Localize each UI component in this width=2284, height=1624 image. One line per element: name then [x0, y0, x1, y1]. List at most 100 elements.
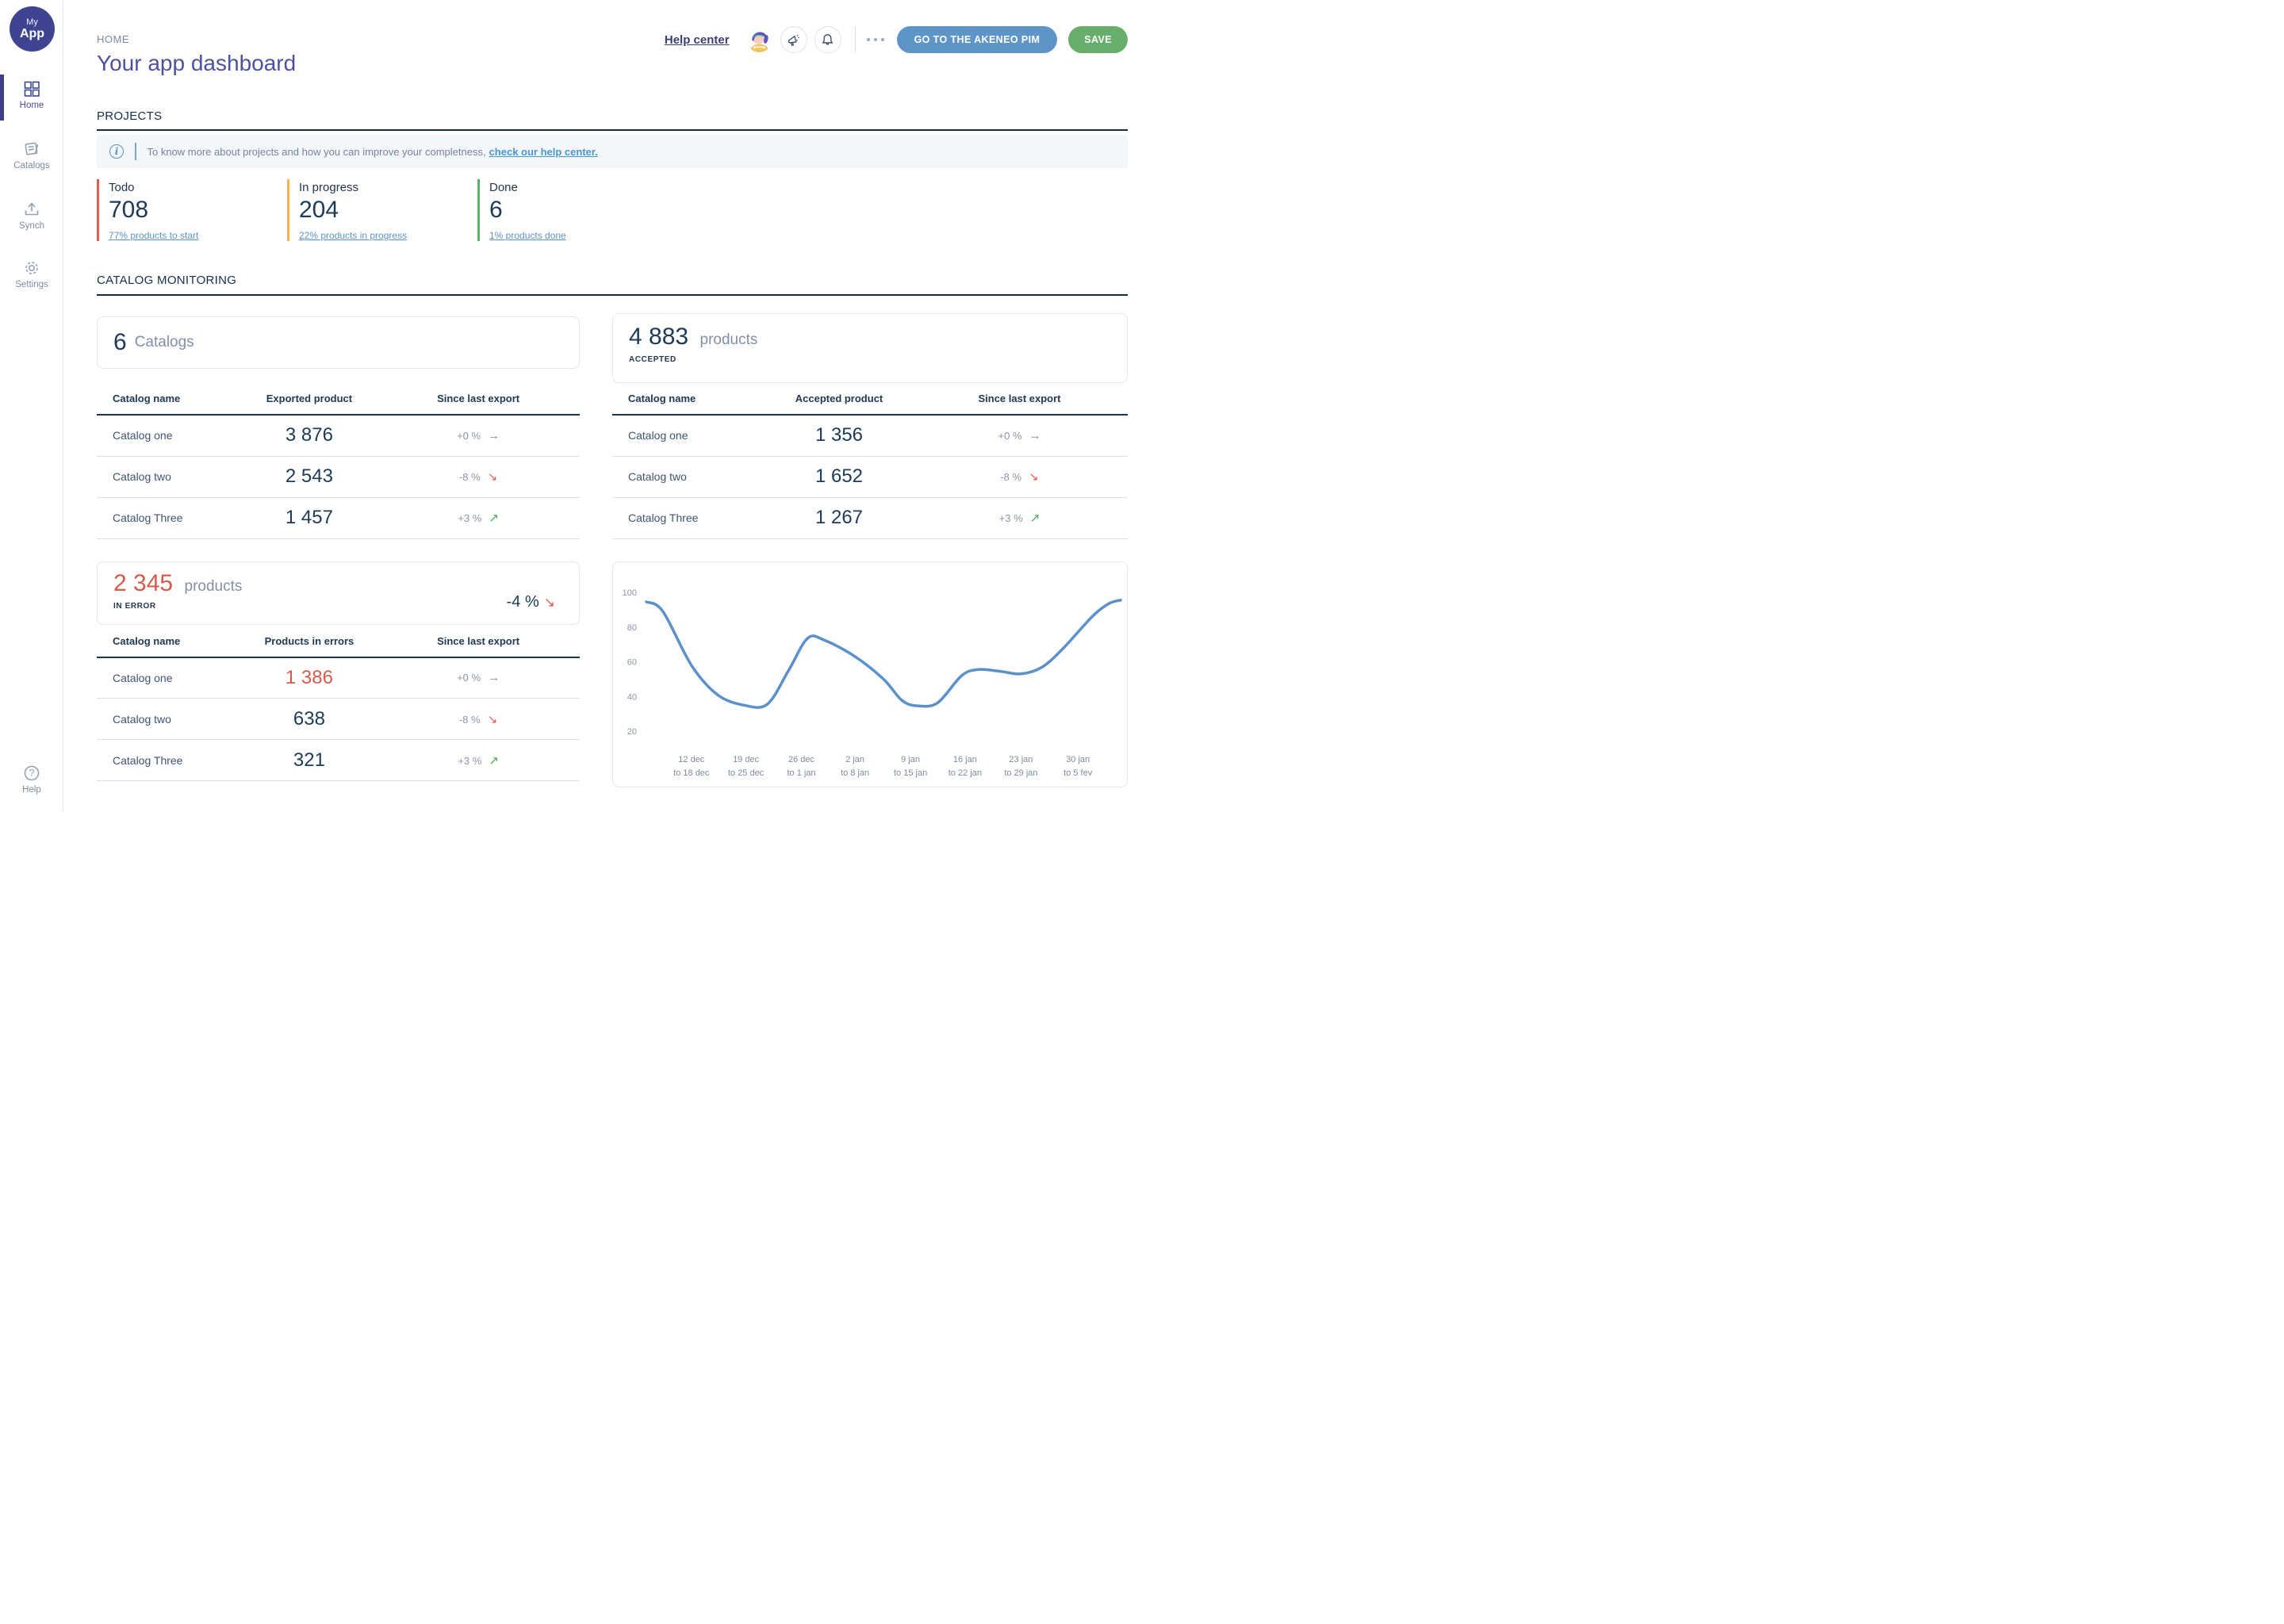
accepted-column: 4 883 products ACCEPTED Catalog nameAcce…	[612, 313, 1128, 787]
x-axis-tick: 30 jan	[1066, 755, 1090, 764]
info-banner: i To know more about projects and how yo…	[97, 135, 1128, 168]
since-last-export-delta: +0 %→	[911, 415, 1128, 456]
stat-link[interactable]: 1% products done	[489, 230, 566, 241]
product-count: 1 267	[767, 497, 911, 538]
sidebar-item-help[interactable]: ? Help	[0, 764, 63, 795]
x-axis-tick: 2 jan	[845, 755, 864, 764]
sidebar-item-synch[interactable]: Synch	[0, 200, 63, 231]
catalog-name: Catalog two	[612, 456, 767, 497]
trend-flat-icon: →	[1029, 429, 1041, 442]
sidebar-item-home[interactable]: Home	[0, 79, 63, 110]
line-chart-svg: 100 80 60 40 20 12 dec to 18 dec 19 dec to 25 de…	[613, 562, 1127, 787]
banner-divider	[135, 143, 136, 160]
section-divider	[97, 129, 1128, 131]
trend-line	[646, 599, 1121, 707]
x-axis-tick: to 22 jan	[948, 768, 982, 778]
export-trend-chart: 100 80 60 40 20 12 dec to 18 dec 19 dec to 25 de…	[612, 561, 1128, 787]
svg-text:?: ?	[29, 767, 34, 779]
sidebar: My App Home	[0, 0, 63, 812]
catalog-name: Catalog one	[97, 415, 242, 456]
x-axis-tick: to 5 fev	[1063, 768, 1093, 778]
logo-text-bottom: App	[20, 27, 44, 40]
stat-label: Todo	[109, 181, 287, 194]
avatar[interactable]	[747, 28, 772, 52]
sidebar-item-label: Settings	[15, 280, 48, 289]
y-axis-tick: 20	[627, 727, 637, 737]
stat-link[interactable]: 77% products to start	[109, 230, 198, 241]
stat-label: In progress	[299, 181, 477, 194]
product-count: 638	[242, 699, 377, 740]
catalog-monitoring-section-title: CATALOG MONITORING	[97, 274, 236, 287]
since-last-export-delta: -8 %↘	[377, 699, 580, 740]
save-button[interactable]: SAVE	[1068, 26, 1128, 53]
x-axis-tick: to 1 jan	[787, 768, 815, 778]
go-to-pim-button[interactable]: GO TO THE AKENEO PIM	[897, 26, 1058, 53]
product-count: 1 652	[767, 456, 911, 497]
since-last-export-delta: +3 %↗	[911, 497, 1128, 538]
y-axis-tick: 40	[627, 692, 637, 702]
column-header: Catalog name	[97, 393, 242, 415]
accepted-products-table: Catalog nameAccepted productSince last e…	[612, 393, 1128, 539]
x-axis-tick: to 25 dec	[728, 768, 765, 778]
product-count: 3 876	[242, 415, 377, 456]
trend-flat-icon: →	[488, 671, 500, 684]
since-last-export-delta: -8 %↘	[911, 456, 1128, 497]
column-header: Products in errors	[242, 635, 377, 657]
catalogs-count-label: Catalogs	[135, 334, 194, 351]
stat-value: 204	[299, 197, 477, 224]
more-options-button[interactable]	[867, 38, 884, 41]
sidebar-item-settings[interactable]: Settings	[0, 259, 63, 289]
table-row: Catalog one3 876+0 %→	[97, 415, 580, 456]
catalog-name: Catalog Three	[97, 740, 242, 781]
error-delta: -4 %↘	[507, 593, 555, 611]
since-last-export-delta: -8 %↘	[377, 456, 580, 497]
sidebar-item-label: Home	[20, 101, 44, 110]
banner-text: To know more about projects and how you …	[148, 146, 486, 158]
sidebar-item-label: Synch	[19, 221, 44, 231]
trend-up-icon: ↗	[489, 511, 499, 525]
trend-down-icon: ↘	[1029, 470, 1039, 484]
x-axis-tick: to 29 jan	[1004, 768, 1037, 778]
x-axis-tick: to 15 jan	[894, 768, 927, 778]
x-axis-tick: to 18 dec	[673, 768, 710, 778]
y-axis-tick: 80	[627, 622, 637, 632]
exported-products-table: Catalog nameExported productSince last e…	[97, 393, 580, 539]
banner-help-link[interactable]: check our help center.	[489, 146, 598, 158]
table-row: Catalog one1 386+0 %→	[97, 657, 580, 699]
products-in-error-card: 2 345 products IN ERROR -4 %↘	[97, 561, 580, 625]
error-sublabel: IN ERROR	[113, 602, 563, 611]
table-row: Catalog two1 652-8 %↘	[612, 456, 1128, 497]
accepted-sublabel: ACCEPTED	[629, 355, 1111, 364]
y-axis-tick: 60	[627, 657, 637, 667]
app-screen: My App Home	[0, 0, 1142, 812]
notifications-button[interactable]	[814, 26, 841, 53]
breadcrumb: HOME	[97, 33, 129, 45]
products-in-errors-table: Catalog nameProducts in errorsSince last…	[97, 635, 580, 782]
exported-column: 6 Catalogs Catalog nameExported productS…	[97, 313, 580, 787]
accepted-products-card: 4 883 products ACCEPTED	[612, 313, 1128, 383]
x-axis-tick: 19 dec	[733, 755, 760, 764]
x-axis-tick: 9 jan	[901, 755, 920, 764]
logo-text-top: My	[26, 17, 38, 27]
y-axis-tick: 100	[623, 588, 637, 598]
trend-up-icon: ↗	[1030, 511, 1040, 525]
column-header: Since last export	[377, 635, 580, 657]
column-header: Since last export	[377, 393, 580, 415]
help-center-link[interactable]: Help center	[665, 33, 730, 47]
gear-icon	[22, 259, 41, 278]
sidebar-item-catalogs[interactable]: Catalogs	[0, 140, 63, 170]
app-logo[interactable]: My App	[10, 6, 55, 52]
x-axis-tick: to 8 jan	[841, 768, 869, 778]
catalog-name: Catalog Three	[612, 497, 767, 538]
catalogs-book-icon	[22, 140, 41, 159]
catalog-name: Catalog Three	[97, 497, 242, 538]
error-count: 2 345	[113, 570, 173, 596]
trend-down-icon: ↘	[544, 595, 555, 610]
page-title: Your app dashboard	[97, 51, 296, 76]
table-row: Catalog Three1 457+3 %↗	[97, 497, 580, 538]
home-grid-icon	[22, 79, 41, 98]
accepted-count-label: products	[700, 331, 758, 348]
x-axis-tick: 12 dec	[678, 755, 705, 764]
announcements-button[interactable]	[780, 26, 807, 53]
stat-link[interactable]: 22% products in progress	[299, 230, 407, 241]
